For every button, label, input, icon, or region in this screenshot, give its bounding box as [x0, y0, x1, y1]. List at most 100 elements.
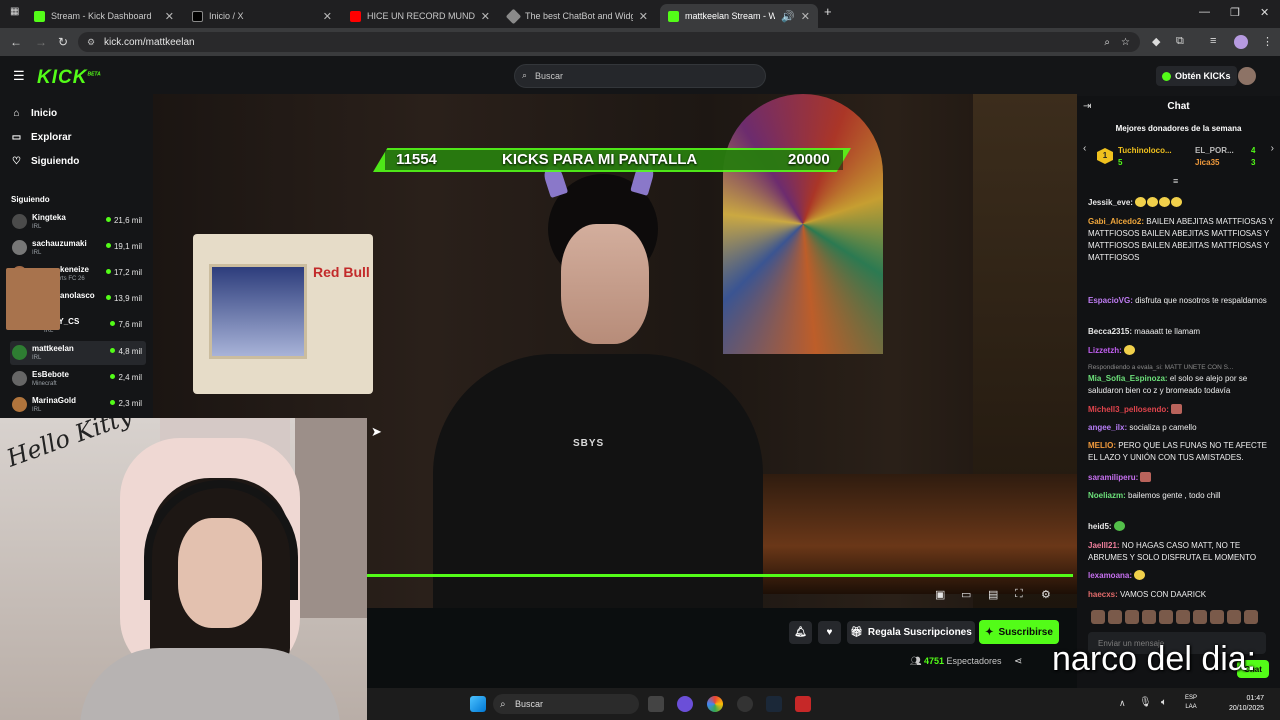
- close-icon[interactable]: ✕: [165, 10, 174, 23]
- chat-username[interactable]: Mia_Sofia_Espinoza:: [1088, 374, 1168, 383]
- steam-icon[interactable]: [766, 696, 782, 712]
- tab-search-icon[interactable]: ▦: [10, 6, 19, 17]
- user-avatar[interactable]: [1238, 67, 1256, 85]
- channel-item-esbebote[interactable]: EsBebote Minecraft 2,4 mil: [10, 367, 146, 391]
- emote-icon[interactable]: [1210, 610, 1224, 624]
- filter-icon[interactable]: ≡: [1173, 176, 1178, 186]
- reload-icon[interactable]: ↻: [58, 35, 68, 49]
- hamburger-menu-icon[interactable]: ☰: [13, 68, 25, 84]
- chat-username[interactable]: MELIO:: [1088, 441, 1116, 450]
- emote-icon[interactable]: [1193, 610, 1207, 624]
- close-icon[interactable]: ✕: [323, 10, 332, 23]
- new-tab-icon[interactable]: +: [824, 4, 832, 19]
- channel-item-marinagold[interactable]: MarinaGold IRL 2,3 mil: [10, 393, 146, 417]
- share-icon[interactable]: ⋖: [1014, 656, 1022, 667]
- subscribe-button[interactable]: ✦ Suscribirse: [979, 620, 1059, 644]
- extensions-puzzle-icon[interactable]: ⧉: [1176, 35, 1184, 48]
- more-menu-icon[interactable]: ⋮: [1262, 35, 1273, 48]
- chat-username[interactable]: EspacioVG:: [1088, 296, 1133, 305]
- back-icon[interactable]: ←: [10, 35, 22, 49]
- speaker-icon[interactable]: 🔊: [781, 10, 795, 23]
- site-info-icon[interactable]: ⚙: [87, 37, 95, 48]
- emote-icon[interactable]: [1091, 610, 1105, 624]
- bookmark-star-icon[interactable]: ☆: [1121, 37, 1130, 48]
- close-icon[interactable]: ✕: [639, 10, 648, 23]
- language-indicator[interactable]: ESP LAA: [1185, 694, 1197, 712]
- chat-username[interactable]: Noeliazm:: [1088, 491, 1126, 500]
- nav-label: Inicio: [31, 108, 58, 119]
- gift-subs-button[interactable]: 🎁︎ Regala Suscripciones: [847, 621, 975, 644]
- chat-username[interactable]: Gabi_Alcedo2:: [1088, 217, 1144, 226]
- close-icon[interactable]: ✕: [481, 10, 490, 23]
- browser-tab-bar: Stream - Kick Dashboard ✕ Inicio / X ✕ H…: [0, 0, 1280, 28]
- system-clock[interactable]: 01:47 20/10/2025: [1229, 694, 1264, 714]
- emote-icon[interactable]: [1244, 610, 1258, 624]
- chat-username[interactable]: Michell3_pellosendo:: [1088, 405, 1169, 414]
- chat-message: Gabi_Alcedo2: BAILEN ABEJITAS MATTFIOSAS…: [1088, 216, 1274, 264]
- channel-name: keneize: [60, 265, 89, 274]
- follow-heart-button[interactable]: ♥: [818, 621, 841, 644]
- chat-username[interactable]: Lizzetzh:: [1088, 346, 1122, 355]
- chat-username[interactable]: haecxs:: [1088, 590, 1118, 599]
- chat-username[interactable]: heid5:: [1088, 522, 1112, 531]
- app-icon[interactable]: [795, 696, 811, 712]
- sidebar-item-explorar[interactable]: ▭ Explorar: [11, 132, 72, 143]
- settings-gear-icon[interactable]: ⚙: [1041, 588, 1051, 601]
- emote-icon[interactable]: [1142, 610, 1156, 624]
- channel-item-kingteka[interactable]: Kingteka IRL 21,6 mil: [10, 210, 146, 234]
- get-kicks-button[interactable]: Obtén KICKs: [1156, 66, 1237, 86]
- tab-x-home[interactable]: Inicio / X ✕: [184, 4, 340, 28]
- channel-item-sachauzumaki[interactable]: sachauzumaki IRL 19,1 mil: [10, 236, 146, 260]
- microphone-icon[interactable]: 🎙︎: [1139, 697, 1152, 708]
- maximize-icon[interactable]: ❐: [1230, 6, 1240, 19]
- chevron-right-icon[interactable]: ›: [1271, 143, 1274, 154]
- close-window-icon[interactable]: ✕: [1260, 6, 1269, 19]
- taskbar-search[interactable]: ⌕ Buscar: [493, 694, 639, 714]
- live-dot-icon: [105, 269, 111, 274]
- profile-avatar-icon[interactable]: [1234, 35, 1248, 49]
- search-input[interactable]: ⌕ Buscar: [514, 64, 766, 88]
- chat-username[interactable]: Jaelll21:: [1088, 541, 1120, 550]
- tab-youtube-record[interactable]: HICE UN RECORD MUNDIAL EN ✕: [342, 4, 498, 28]
- chat-username[interactable]: lexamoana:: [1088, 571, 1132, 580]
- media-control-icon[interactable]: ≡: [1210, 35, 1216, 47]
- emote-icon[interactable]: [1108, 610, 1122, 624]
- viewer-count-text: 13,9 mil: [113, 294, 142, 303]
- url-field[interactable]: ⚙ kick.com/mattkeelan ⌕ ☆: [78, 32, 1140, 52]
- kick-logo[interactable]: KICKBETA: [37, 67, 101, 89]
- minimize-icon[interactable]: —: [1199, 6, 1210, 18]
- chat-username[interactable]: angee_ilx:: [1088, 423, 1127, 432]
- sidebar-item-inicio[interactable]: ⌂ Inicio: [11, 108, 57, 119]
- chat-username[interactable]: Becca2315:: [1088, 327, 1132, 336]
- close-icon[interactable]: ✕: [801, 10, 810, 23]
- chat-username[interactable]: Jessik_eve:: [1088, 198, 1133, 207]
- chevron-up-icon[interactable]: ∧: [1119, 698, 1126, 709]
- tab-mattkeelan-stream[interactable]: mattkeelan Stream - Watch 🔊 ✕: [660, 4, 818, 28]
- tab-chatbot[interactable]: The best ChatBot and Widgets ✕: [500, 4, 656, 28]
- emote-icon[interactable]: [1125, 610, 1139, 624]
- emote-icon[interactable]: [1176, 610, 1190, 624]
- pip-icon[interactable]: ▣: [935, 588, 945, 601]
- tab-label: mattkeelan Stream - Watch: [685, 11, 776, 21]
- emote-icon[interactable]: [1227, 610, 1241, 624]
- sidebar-item-siguiendo[interactable]: ♡ Siguiendo: [11, 156, 79, 167]
- tab-kick-dashboard[interactable]: Stream - Kick Dashboard ✕: [26, 4, 182, 28]
- url-text: kick.com/mattkeelan: [104, 36, 195, 48]
- fullscreen-icon[interactable]: ⛶: [1015, 588, 1023, 601]
- cinema-icon[interactable]: ▤: [988, 588, 998, 601]
- channel-item-mattkeelan[interactable]: mattkeelan IRL 4,8 mil: [10, 341, 146, 365]
- notifications-bell-button[interactable]: 🔔︎: [789, 621, 812, 644]
- speaker-icon[interactable]: 🔈︎: [1161, 697, 1167, 708]
- chevron-left-icon[interactable]: ‹: [1083, 143, 1086, 154]
- zoom-icon[interactable]: ⌕: [1104, 37, 1110, 48]
- extension-diamond-icon[interactable]: ◆: [1152, 35, 1160, 48]
- obs-icon[interactable]: [737, 696, 753, 712]
- chrome-icon[interactable]: [707, 696, 723, 712]
- chat-username[interactable]: saramiliperu:: [1088, 473, 1138, 482]
- windows-start-icon[interactable]: [470, 696, 486, 712]
- forward-icon[interactable]: →: [35, 35, 47, 49]
- task-view-icon[interactable]: [648, 696, 664, 712]
- discord-icon[interactable]: [677, 696, 693, 712]
- emote-icon[interactable]: [1159, 610, 1173, 624]
- theater-mode-icon[interactable]: ▭: [961, 588, 971, 601]
